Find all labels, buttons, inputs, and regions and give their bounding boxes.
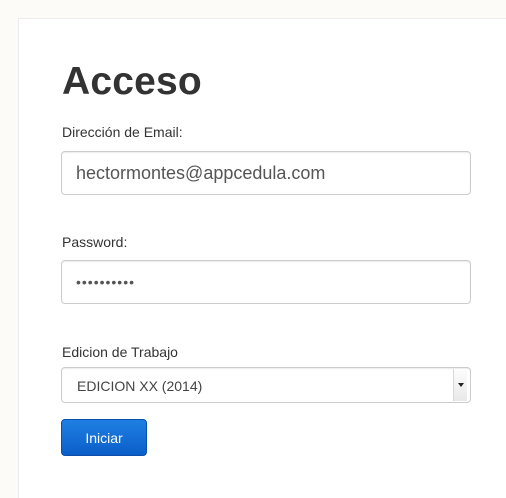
page-title: Acceso — [62, 60, 202, 103]
chevron-down-icon[interactable] — [453, 369, 467, 401]
email-field[interactable] — [61, 151, 471, 195]
edition-select[interactable]: EDICION XX (2014) — [61, 367, 471, 403]
login-card: Acceso Dirección de Email: Password: Edi… — [18, 18, 506, 498]
edition-label: Edicion de Trabajo — [62, 344, 178, 360]
edition-selected-value: EDICION XX (2014) — [77, 378, 203, 394]
email-label: Dirección de Email: — [62, 124, 183, 140]
submit-button[interactable]: Iniciar — [61, 419, 147, 456]
password-field[interactable] — [61, 260, 471, 304]
password-label: Password: — [62, 234, 128, 250]
